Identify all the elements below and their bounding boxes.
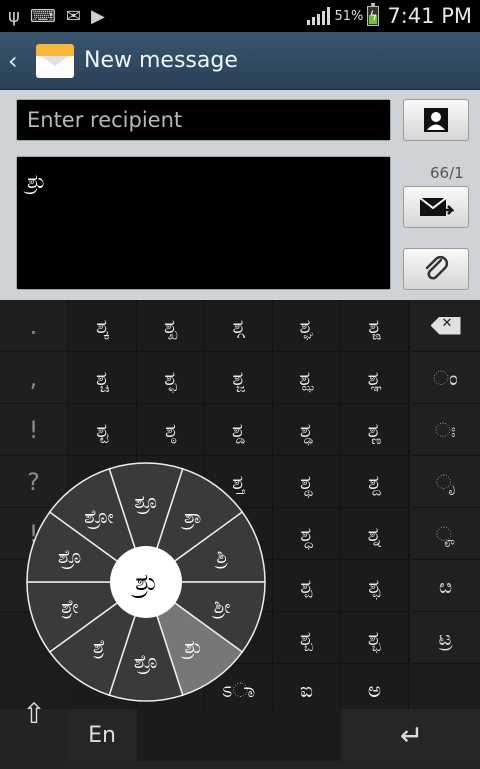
radial-item[interactable]: ಶ್ರೀ	[200, 592, 244, 622]
backspace-key[interactable]	[411, 300, 480, 352]
battery-percentage: 51%	[334, 8, 364, 24]
radial-vowel-menu: ಶ್ರು ಶ್ರೂ ಶ್ರಾ ಶ್ರಿ ಶ್ರೀ ಶ್ರು ಶ್ರೊ ಶ್ರೆ ಶ್ರೇ ಶ್ರ…	[26, 462, 266, 702]
notification-icons: ψ ⌨ ✉ ▶	[8, 6, 105, 27]
consonant-key[interactable]: ಶ್ಬ	[273, 612, 341, 664]
back-icon[interactable]: ‹	[8, 47, 28, 75]
consonant-key[interactable]: ಶ್ಡ	[205, 404, 273, 456]
keyboard-icon: ⌨	[29, 5, 56, 27]
tra-key[interactable]: ಟ್ರ	[411, 612, 480, 664]
space-key[interactable]	[137, 709, 341, 761]
consonant-key[interactable]: ಶ್ಘ	[273, 300, 341, 352]
language-key[interactable]: En	[69, 709, 135, 761]
radial-item[interactable]: ಶ್ರೂ	[124, 487, 168, 517]
radial-item[interactable]: ಶ್ರಾ	[171, 502, 215, 532]
send-icon	[419, 197, 454, 216]
radial-item[interactable]: ಶ್ರು	[171, 632, 215, 662]
radial-item[interactable]: ಶ್ರೋ	[77, 502, 121, 532]
messages-app-icon[interactable]	[36, 43, 74, 78]
consonant-key[interactable]: ಶ್ಜ	[205, 352, 273, 404]
consonant-key[interactable]: ಶ್ಭ	[341, 612, 409, 664]
radial-item[interactable]: ಶ್ರೆ	[77, 632, 121, 662]
message-input[interactable]: ಶ್ರು	[16, 156, 391, 290]
consonant-key[interactable]: ಶ್ಟ	[69, 404, 137, 456]
backspace-icon	[430, 316, 461, 335]
email-icon: ✉	[65, 5, 81, 27]
keyboard-row: ಶ್ಟ ಶ್ಠ ಶ್ಡ ಶ್ಢ ಶ್ಣ	[69, 404, 409, 456]
consonant-key[interactable]: ಶ್ಧ	[273, 508, 341, 560]
llla-key[interactable]: ೞ	[411, 560, 480, 612]
send-button[interactable]	[403, 186, 469, 228]
radial-item[interactable]: ಶ್ರಿ	[200, 542, 244, 572]
consonant-key[interactable]: ಶ್ನ	[341, 508, 409, 560]
attach-button[interactable]	[403, 248, 469, 290]
consonant-key[interactable]: ಶ್ಖ	[137, 300, 205, 352]
consonant-key[interactable]: ಶ್ಢ	[273, 404, 341, 456]
consonant-key[interactable]: ಶ್ಫ	[341, 560, 409, 612]
consonant-key[interactable]: ಶ್ಝ	[273, 352, 341, 404]
battery-icon: ϟ	[367, 3, 380, 26]
consonant-key[interactable]: ಶ್ಗ	[205, 300, 273, 352]
function-column: ಂ ಃ ೃ ೄ ೞ ಟ್ರ	[411, 300, 480, 664]
consonant-key[interactable]: ಶ್ಞ	[341, 352, 409, 404]
consonant-key[interactable]: ಶ್ಣ	[341, 404, 409, 456]
key-comma[interactable]: ,	[0, 352, 68, 404]
usb-icon: ψ	[8, 5, 20, 27]
radial-item[interactable]: ಶ್ರೇ	[48, 592, 92, 622]
keyboard-row: ಶ್ಚ ಶ್ಛ ಶ್ಜ ಶ್ಝ ಶ್ಞ	[69, 352, 409, 404]
consonant-key[interactable]: ಶ್ಕ	[69, 300, 137, 352]
consonant-key[interactable]: ಶ್ಙ	[341, 300, 409, 352]
consonant-key[interactable]: ಶ್ಥ	[273, 456, 341, 508]
clock: 7:41 PM	[387, 4, 472, 28]
enter-key[interactable]: ↵	[343, 709, 480, 761]
status-bar: ψ ⌨ ✉ ▶ 51% ϟ 7:41 PM	[0, 0, 480, 32]
page-title: New message	[84, 48, 238, 73]
contact-icon	[424, 108, 448, 132]
paperclip-icon	[425, 255, 449, 280]
recipient-input[interactable]: Enter recipient	[16, 99, 391, 141]
radial-item[interactable]: ಶ್ರೊ	[48, 542, 92, 572]
consonant-key[interactable]: ಶ್ದ	[341, 456, 409, 508]
keyboard-row: ಶ್ಕ ಶ್ಖ ಶ್ಗ ಶ್ಘ ಶ್ಙ	[69, 300, 409, 352]
consonant-key[interactable]: ಶ್ಛ	[137, 352, 205, 404]
consonant-key[interactable]: ಶ್ಚ	[69, 352, 137, 404]
compose-area: Enter recipient ಶ್ರು 66/1	[0, 90, 480, 300]
visarga-key[interactable]: ಃ	[411, 404, 480, 456]
character-counter: 66/1	[430, 164, 464, 182]
key-period[interactable]: .	[0, 300, 68, 352]
play-store-icon: ▶	[90, 5, 105, 27]
consonant-key[interactable]: ಶ್ಠ	[137, 404, 205, 456]
vowel-sign-r-key[interactable]: ೃ	[411, 456, 480, 508]
radial-item[interactable]: ಶ್ರೊ	[124, 647, 168, 677]
radial-center-key[interactable]: ಶ್ರು	[110, 546, 182, 618]
signal-icon	[307, 7, 331, 25]
anusvara-key[interactable]: ಂ	[411, 352, 480, 404]
vowel-sign-rr-key[interactable]: ೄ	[411, 508, 480, 560]
system-icons: 51% ϟ 7:41 PM	[307, 3, 472, 28]
action-bar: ‹ New message	[0, 32, 480, 90]
contact-button[interactable]	[403, 99, 469, 141]
consonant-key[interactable]: ಶ್ಪ	[273, 560, 341, 612]
key-exclamation[interactable]: !	[0, 404, 68, 456]
